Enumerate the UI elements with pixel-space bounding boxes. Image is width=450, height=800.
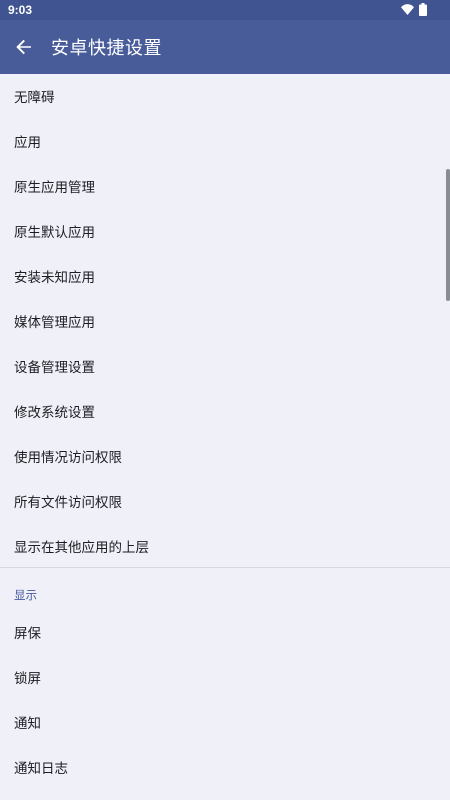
list-item-label: 修改系统设置 [14, 405, 95, 421]
scrollbar-thumb[interactable] [446, 169, 450, 301]
list-item-label: 设备管理设置 [14, 360, 95, 376]
list-item-label: 媒体管理应用 [14, 315, 95, 331]
list-item-accessibility[interactable]: 无障碍 [0, 74, 446, 118]
arrow-left-icon[interactable] [12, 35, 36, 59]
list-item-label: 所有文件访问权限 [14, 495, 122, 511]
list-item-label: 原生应用管理 [14, 180, 95, 196]
list-item-apps[interactable]: 应用 [0, 119, 446, 163]
list-item-lock-screen[interactable]: 锁屏 [0, 655, 446, 699]
list-item-label: 无障碍 [14, 90, 55, 106]
settings-list: 无障碍 应用 原生应用管理 原生默认应用 安装未知应用 媒体管理应用 设备管理设… [0, 74, 450, 800]
list-item-notifications[interactable]: 通知 [0, 700, 446, 744]
list-item-label: 显示在其他应用的上层 [14, 540, 149, 556]
battery-icon [419, 3, 427, 16]
list-item-label: 应用 [14, 135, 41, 151]
list-item-native-default-apps[interactable]: 原生默认应用 [0, 209, 446, 253]
list-item-usage-access[interactable]: 使用情况访问权限 [0, 434, 446, 478]
list-item-notification-log[interactable]: 通知日志 [0, 745, 446, 789]
status-bar: 9:03 [0, 0, 450, 20]
page-title: 安卓快捷设置 [51, 38, 162, 59]
section-divider [0, 567, 450, 568]
list-item-device-admin-settings[interactable]: 设备管理设置 [0, 344, 446, 388]
list-item-label: 屏保 [14, 626, 41, 642]
status-time: 9:03 [8, 3, 33, 17]
list-item-label: 通知 [14, 716, 41, 732]
list-item-media-management-apps[interactable]: 媒体管理应用 [0, 299, 446, 343]
list-item-install-unknown-apps[interactable]: 安装未知应用 [0, 254, 446, 298]
section-header-display: 显示 [14, 588, 37, 602]
list-item-native-app-management[interactable]: 原生应用管理 [0, 164, 446, 208]
wifi-icon [401, 4, 414, 15]
list-item-label: 原生默认应用 [14, 225, 95, 241]
list-item-label: 安装未知应用 [14, 270, 95, 286]
list-item-all-files-access[interactable]: 所有文件访问权限 [0, 479, 446, 523]
list-item-label: 锁屏 [14, 671, 41, 687]
list-item-modify-system-settings[interactable]: 修改系统设置 [0, 389, 446, 433]
list-item-label: 使用情况访问权限 [14, 450, 122, 466]
list-item-screensaver[interactable]: 屏保 [0, 610, 446, 654]
list-item-label: 通知日志 [14, 761, 68, 777]
app-bar: 安卓快捷设置 [0, 20, 450, 74]
list-item-display-over-other-apps[interactable]: 显示在其他应用的上层 [0, 524, 446, 568]
